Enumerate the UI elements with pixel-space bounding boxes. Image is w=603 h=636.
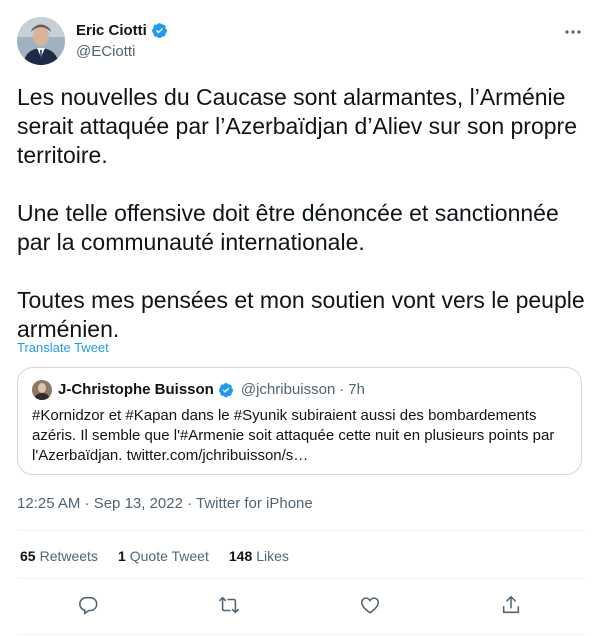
share-icon[interactable]: [500, 594, 524, 618]
quoted-author-avatar: [32, 380, 52, 400]
action-bar: [0, 592, 603, 622]
tweet-text: Les nouvelles du Caucase sont alarmantes…: [17, 84, 585, 342]
author-handle[interactable]: @ECiotti: [76, 43, 135, 60]
translate-tweet-link[interactable]: Translate Tweet: [17, 340, 109, 355]
divider: [17, 530, 587, 531]
quoted-text: #Kornidzor et #Kapan dans le #Syunik sub…: [32, 407, 555, 464]
retweet-icon[interactable]: [218, 594, 242, 618]
tweet-card: Eric Ciotti @ECiotti Les nouvelles du Ca…: [0, 0, 603, 636]
quote-tweets-stat[interactable]: 1 Quote Tweet: [118, 548, 209, 564]
quoted-separator: ·: [339, 381, 345, 398]
divider: [17, 578, 587, 579]
tweet-timestamp-source[interactable]: 12:25 AM · Sep 13, 2022 · Twitter for iP…: [17, 495, 313, 512]
author-name-row: Eric Ciotti: [76, 22, 168, 39]
reply-icon[interactable]: [77, 594, 101, 618]
retweets-label: Retweets: [39, 548, 98, 564]
likes-count: 148: [228, 548, 253, 564]
quoted-author-handle: @jchribuisson: [240, 381, 336, 398]
retweets-stat[interactable]: 65 Retweets: [20, 548, 98, 564]
quoted-verified-badge-icon: [218, 382, 234, 398]
like-icon[interactable]: [359, 594, 383, 618]
profile-photo-icon: [17, 17, 65, 65]
quote-tweets-count: 1: [117, 548, 126, 564]
quoted-header: J-Christophe Buisson @jchribuisson · 7h: [58, 381, 365, 398]
retweets-count: 65: [20, 548, 36, 564]
divider: [17, 634, 587, 635]
quoted-time: 7h: [348, 381, 365, 398]
likes-stat[interactable]: 148 Likes: [229, 548, 289, 564]
author-name[interactable]: Eric Ciotti: [76, 22, 147, 39]
quote-tweets-label: Quote Tweet: [129, 548, 209, 564]
engagement-stats: 65 Retweets 1 Quote Tweet 148 Likes: [20, 548, 289, 564]
quoted-tweet[interactable]: J-Christophe Buisson @jchribuisson · 7h …: [17, 367, 582, 475]
verified-badge-icon: [151, 22, 168, 39]
author-avatar[interactable]: [17, 17, 65, 65]
quoted-author-name: J-Christophe Buisson: [58, 381, 214, 398]
more-options-icon[interactable]: [560, 22, 586, 42]
quoted-profile-photo-icon: [32, 380, 52, 400]
likes-label: Likes: [256, 548, 289, 564]
